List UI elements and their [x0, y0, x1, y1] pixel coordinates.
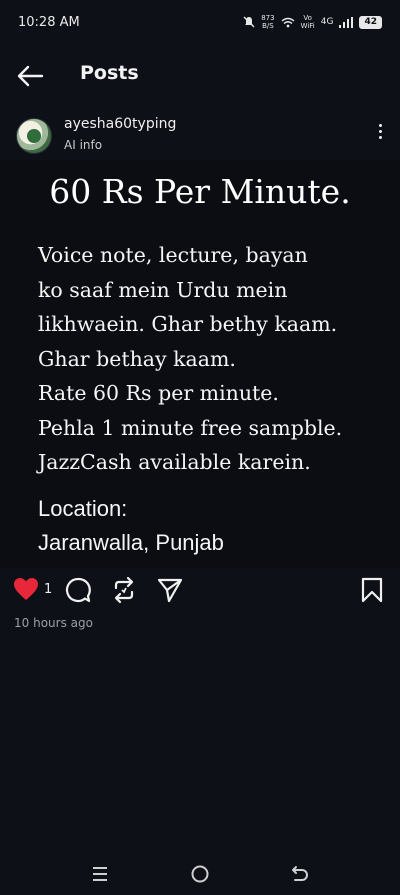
more-vertical-icon[interactable] [374, 124, 386, 144]
ai-info-label[interactable]: AI info [64, 138, 102, 152]
post-timestamp: 10 hours ago [14, 616, 93, 630]
post-body: Voice note, lecture, bayan ko saaf mein … [38, 238, 378, 480]
location-label: Location: [38, 496, 128, 521]
author-name[interactable]: ayesha60typing [64, 116, 176, 132]
status-time: 10:28 AM [18, 14, 80, 30]
status-bar: 10:28 AM 873 B/S Vo WiFi 4G 42 [0, 0, 400, 44]
home-icon[interactable] [190, 864, 210, 884]
post-line: ko saaf mein Urdu mein [38, 277, 288, 302]
post-title: 60 Rs Per Minute. [49, 172, 351, 211]
post-line: Rate 60 Rs per minute. [38, 381, 279, 405]
wifi-icon [281, 17, 295, 27]
mute-icon [243, 16, 255, 28]
post-line: JazzCash available karein. [38, 450, 311, 474]
system-nav-bar [0, 855, 400, 895]
signal-icon [339, 16, 354, 28]
network-type: 4G [320, 17, 334, 27]
post-location: Location: Jaranwalla, Punjab [38, 492, 378, 560]
send-icon[interactable] [156, 576, 184, 604]
battery-indicator: 42 [359, 15, 382, 29]
avatar-emblem [27, 129, 41, 143]
post-line: likhwaein. Ghar bethy kaam. [38, 312, 338, 336]
action-bar: 1 [0, 572, 400, 612]
location-value: Jaranwalla, Punjab [38, 530, 224, 555]
back-nav-icon[interactable] [290, 864, 310, 884]
like-count[interactable]: 1 [44, 582, 52, 597]
menu-icon[interactable] [91, 865, 109, 883]
post-line: Ghar bethay kaam. [38, 346, 236, 371]
heart-icon[interactable] [12, 576, 40, 602]
network-speed: 873 B/S [261, 14, 275, 30]
repost-icon[interactable] [110, 576, 138, 604]
post-author-row: ayesha60typing AI info [16, 116, 386, 156]
avatar[interactable] [16, 118, 52, 154]
post-line: Pehla 1 minute free sampble. [38, 415, 343, 440]
post-line: Voice note, lecture, bayan [38, 243, 308, 267]
header: Posts [0, 52, 400, 100]
volte-indicator: Vo WiFi [300, 14, 315, 30]
bookmark-icon[interactable] [360, 576, 384, 604]
arrow-left-icon[interactable] [16, 64, 44, 88]
page-title: Posts [80, 62, 139, 84]
status-icons: 873 B/S Vo WiFi 4G 42 [243, 14, 382, 30]
comment-icon[interactable] [64, 576, 92, 604]
